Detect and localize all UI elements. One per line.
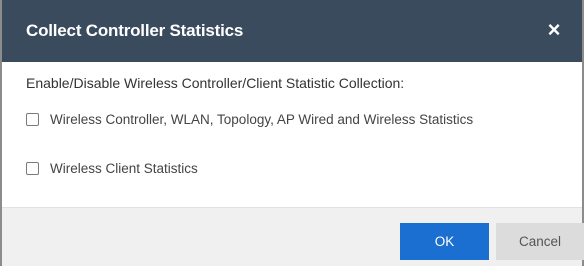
close-icon[interactable]: × (540, 16, 568, 44)
dialog-title: Collect Controller Statistics (26, 21, 244, 40)
dialog-titlebar: Collect Controller Statistics × (2, 0, 582, 62)
ok-button[interactable]: OK (400, 223, 489, 260)
wireless-client-statistics-label: Wireless Client Statistics (50, 161, 198, 176)
wireless-client-statistics-checkbox[interactable] (26, 162, 39, 175)
wireless-client-statistics-option[interactable]: Wireless Client Statistics (26, 161, 198, 176)
statistics-prompt: Enable/Disable Wireless Controller/Clien… (26, 75, 405, 91)
wireless-controller-statistics-label: Wireless Controller, WLAN, Topology, AP … (50, 112, 474, 127)
collect-controller-statistics-dialog: Collect Controller Statistics × Enable/D… (0, 0, 584, 266)
cancel-button[interactable]: Cancel (496, 223, 584, 260)
wireless-controller-statistics-checkbox[interactable] (26, 113, 39, 126)
wireless-controller-statistics-option[interactable]: Wireless Controller, WLAN, Topology, AP … (26, 112, 473, 127)
dialog-content: Enable/Disable Wireless Controller/Clien… (2, 62, 582, 207)
dialog-footer: OK Cancel (2, 207, 584, 266)
